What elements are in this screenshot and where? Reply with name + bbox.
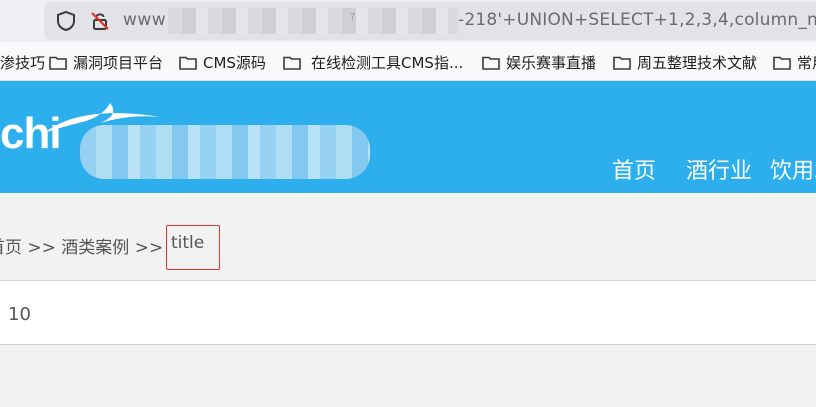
content-value: 10 bbox=[8, 304, 31, 325]
folder-icon bbox=[179, 55, 197, 70]
bookmark-folder[interactable]: 娱乐赛事直播 bbox=[482, 51, 596, 73]
url-text[interactable]: -218'+UNION+SELECT+1,2,3,4,column_nam bbox=[458, 10, 816, 30]
folder-icon bbox=[283, 55, 301, 70]
bookmark-label: CMS源码 bbox=[203, 53, 266, 72]
insecure-lock-icon[interactable] bbox=[89, 10, 111, 36]
bookmark-folder[interactable]: 常用 bbox=[773, 51, 816, 73]
bookmarks-bar: 渗技巧 漏洞项目平台 CMS源码 在线检测工具CMS指... 娱乐赛事直播 周五… bbox=[0, 42, 816, 81]
breadcrumb: 首页 >> 酒类案例 >> title bbox=[0, 194, 816, 281]
bookmark-label: 娱乐赛事直播 bbox=[506, 53, 597, 72]
bookmark-folder[interactable]: 在线检测工具CMS指... bbox=[283, 51, 463, 73]
nav-item-drinking-water[interactable]: 饮用水 bbox=[770, 153, 816, 185]
folder-icon bbox=[49, 55, 67, 70]
nav-item-wine-industry[interactable]: 酒行业 bbox=[686, 153, 752, 185]
bookmark-folder[interactable]: 周五整理技术文献 bbox=[613, 51, 757, 73]
content-row: 10 bbox=[0, 281, 816, 345]
site-logo[interactable]: chi bbox=[0, 109, 62, 159]
nav-item-home[interactable]: 首页 bbox=[612, 153, 656, 185]
url-prefix[interactable]: www bbox=[123, 10, 166, 30]
folder-icon bbox=[613, 55, 631, 70]
url-redacted-region bbox=[168, 8, 458, 34]
bookmark-label: 常用 bbox=[797, 53, 816, 72]
bookmark-label: 在线检测工具CMS指... bbox=[311, 53, 464, 72]
breadcrumb-current: title bbox=[171, 233, 205, 253]
tracking-protection-icon[interactable] bbox=[55, 10, 77, 36]
bookmark-label: 周五整理技术文献 bbox=[637, 53, 758, 72]
folder-icon bbox=[482, 55, 500, 70]
logo-redacted-region bbox=[80, 125, 370, 179]
site-header: chi 首页 酒行业 饮用水 bbox=[0, 81, 816, 193]
bookmark-label: 渗技巧 bbox=[0, 53, 46, 72]
folder-icon bbox=[773, 55, 791, 70]
breadcrumb-path[interactable]: 首页 >> 酒类案例 >> bbox=[0, 233, 163, 258]
browser-toolbar: www ? -218'+UNION+SELECT+1,2,3,4,column_… bbox=[0, 0, 816, 42]
bookmark-folder[interactable]: 漏洞项目平台 bbox=[49, 51, 163, 73]
bookmark-item[interactable]: 渗技巧 bbox=[0, 51, 45, 73]
highlight-box: title bbox=[166, 225, 220, 270]
bookmark-label: 漏洞项目平台 bbox=[73, 53, 164, 72]
url-hidden-char: ? bbox=[350, 12, 356, 23]
bookmark-folder[interactable]: CMS源码 bbox=[179, 51, 266, 73]
